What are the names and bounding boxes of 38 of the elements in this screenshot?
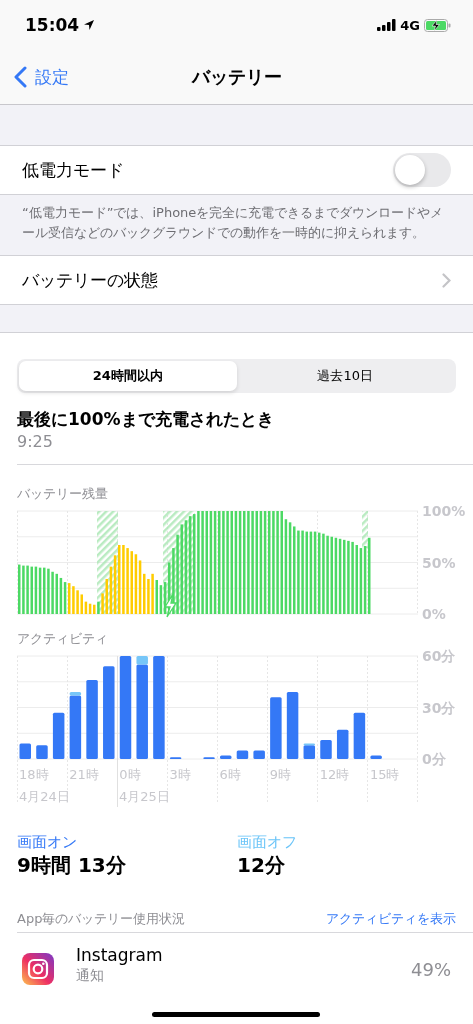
app-name: Instagram <box>76 945 164 965</box>
setting-label: 低電力モード <box>22 158 125 182</box>
tab[interactable]: 過去10日 <box>236 361 454 391</box>
camera-app-icon <box>22 953 54 985</box>
signal-icon <box>377 19 397 31</box>
axis-label: 60分 <box>422 648 456 664</box>
section-header: App毎のバッテリー使用状況 <box>17 911 186 926</box>
axis-label: 0分 <box>422 751 446 767</box>
page-title: バッテリー <box>191 66 282 87</box>
charging-hatch <box>362 511 368 549</box>
chart-title: バッテリー残量 <box>17 486 108 501</box>
clock: 15:04 <box>25 15 80 35</box>
footnote: “低電力モード”では、iPhoneを完全に充電できるまでダウンロードやメール受信などのバックグラウンドでの動作を一時的に抑えられます。 <box>21 204 445 242</box>
home-indicator[interactable] <box>152 1012 320 1017</box>
chart-title: アクティビティ <box>17 631 108 646</box>
battery-health-row[interactable]: バッテリーの状態 <box>0 255 473 305</box>
last-charged-time: 9:25 <box>17 431 54 453</box>
app-detail: 通知 <box>76 966 105 985</box>
tab[interactable]: 24時間以内 <box>19 361 237 391</box>
usage-percent: 49% <box>411 959 451 980</box>
chevron-right-icon <box>442 272 451 288</box>
duration-value: 9時間 13分 <box>17 852 126 879</box>
legend-label: 画面オン <box>17 833 77 851</box>
show-activity-link[interactable]: アクティビティを表示 <box>326 911 456 927</box>
duration-value: 12分 <box>237 852 285 879</box>
axis-label: 50% <box>422 554 456 571</box>
last-charged-title: 最後に100%まで充電されたとき <box>17 408 275 431</box>
axis-label: 100% <box>422 503 466 519</box>
legend-label: 画面オフ <box>237 833 297 851</box>
location-icon <box>83 19 96 31</box>
back-button[interactable]: 設定 <box>0 57 69 97</box>
battery-charging-icon <box>424 18 451 32</box>
charging-bolt-icon <box>163 593 178 618</box>
back-chevron-icon <box>14 66 27 88</box>
toggle-switch[interactable] <box>393 153 451 187</box>
axis-label: 0% <box>422 606 446 622</box>
network-label: 4G <box>400 17 420 33</box>
axis-label: 30分 <box>422 699 456 716</box>
